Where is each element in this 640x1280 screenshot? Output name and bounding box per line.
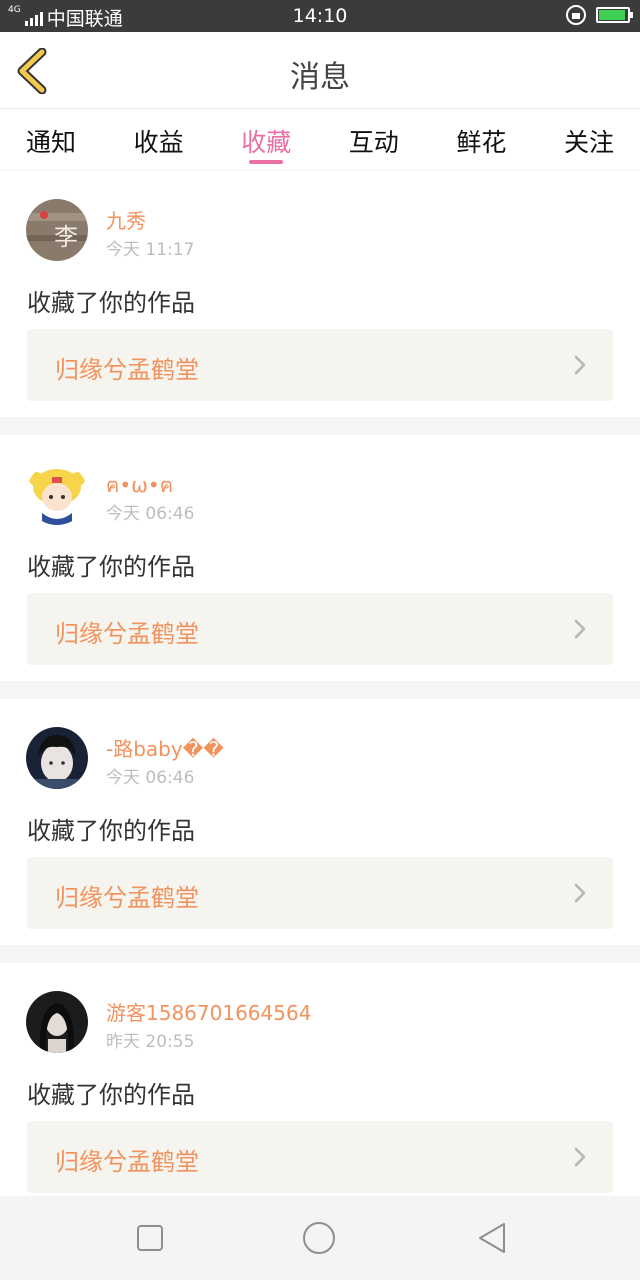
username[interactable]: 九秀 (106, 205, 146, 234)
action-text: 收藏了你的作品 (27, 289, 195, 317)
tab-interactions[interactable]: 互动 (349, 109, 399, 170)
tab-flowers[interactable]: 鲜花 (456, 109, 506, 170)
timestamp: 今天 11:17 (106, 240, 195, 260)
tab-notifications[interactable]: 通知 (26, 109, 76, 170)
message-card: ฅ•ω•ฅ 今天 06:46 收藏了你的作品 归缘兮孟鹤堂 (0, 435, 640, 681)
tab-earnings[interactable]: 收益 (134, 109, 184, 170)
battery-icon (596, 7, 633, 23)
action-text: 收藏了你的作品 (27, 553, 195, 581)
message-card: 李 九秀 今天 11:17 收藏了你的作品 归缘兮孟鹤堂 (0, 171, 640, 417)
avatar[interactable] (26, 991, 88, 1053)
svg-text:李: 李 (54, 223, 78, 251)
circle-home-icon[interactable] (301, 1220, 337, 1256)
username[interactable]: 游客1586701664564 (106, 997, 311, 1026)
status-right (566, 5, 633, 25)
rotation-lock-icon (566, 5, 586, 25)
action-text: 收藏了你的作品 (27, 817, 195, 845)
avatar[interactable] (26, 463, 88, 525)
system-nav-bar (0, 1196, 640, 1280)
page-header: 消息 (0, 32, 640, 109)
work-link[interactable]: 归缘兮孟鹤堂 (27, 1121, 613, 1193)
message-card: 游客1586701664564 昨天 20:55 收藏了你的作品 归缘兮孟鹤堂 (0, 963, 640, 1209)
tab-favorites[interactable]: 收藏 (241, 109, 291, 170)
timestamp: 今天 06:46 (106, 768, 195, 788)
chevron-right-icon (574, 883, 586, 903)
chevron-right-icon (574, 619, 586, 639)
username[interactable]: -路baby�� (106, 733, 224, 762)
message-card: -路baby�� 今天 06:46 收藏了你的作品 归缘兮孟鹤堂 (0, 699, 640, 945)
clock: 14:10 (292, 5, 348, 27)
work-link[interactable]: 归缘兮孟鹤堂 (27, 857, 613, 929)
work-title: 归缘兮孟鹤堂 (55, 356, 199, 384)
username[interactable]: ฅ•ω•ฅ (106, 469, 173, 501)
work-link[interactable]: 归缘兮孟鹤堂 (27, 329, 613, 401)
work-title: 归缘兮孟鹤堂 (55, 620, 199, 648)
avatar[interactable] (26, 727, 88, 789)
status-bar: 4G 中国联通 14:10 (0, 0, 640, 32)
action-text: 收藏了你的作品 (27, 1081, 195, 1109)
triangle-back-icon[interactable] (474, 1220, 510, 1256)
chevron-right-icon (574, 1147, 586, 1167)
chevron-right-icon (574, 355, 586, 375)
work-link[interactable]: 归缘兮孟鹤堂 (27, 593, 613, 665)
work-title: 归缘兮孟鹤堂 (55, 884, 199, 912)
page-title: 消息 (290, 60, 350, 95)
avatar[interactable]: 李 (26, 199, 88, 261)
tab-bar: 通知 收益 收藏 互动 鲜花 关注 (0, 109, 640, 170)
tab-following[interactable]: 关注 (564, 109, 614, 170)
square-recents-icon[interactable] (132, 1220, 168, 1256)
timestamp: 昨天 20:55 (106, 1032, 195, 1052)
work-title: 归缘兮孟鹤堂 (55, 1148, 199, 1176)
timestamp: 今天 06:46 (106, 504, 195, 524)
